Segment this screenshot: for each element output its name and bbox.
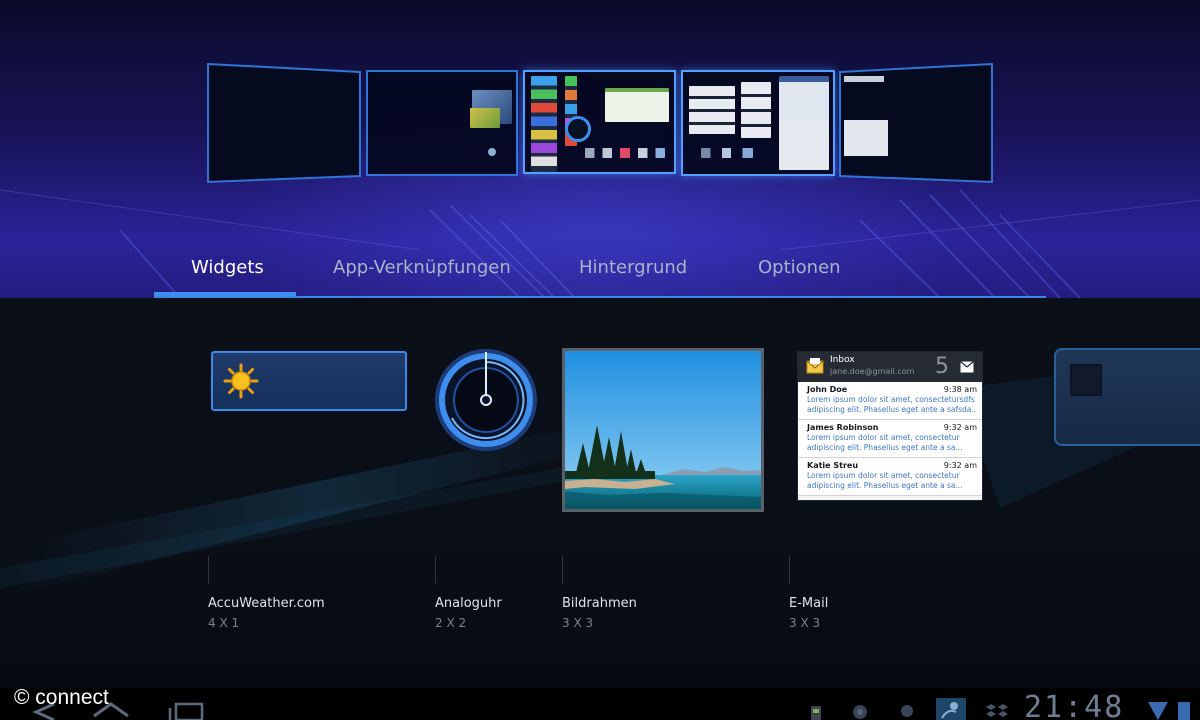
email-time: 9:32 am	[943, 461, 977, 470]
homescreen-pane-1[interactable]	[206, 62, 362, 184]
tab-widgets[interactable]: Widgets	[191, 252, 264, 284]
label-divider	[435, 556, 436, 584]
notification-icon[interactable]	[900, 704, 914, 718]
mini-gmail-widget	[779, 120, 829, 170]
recent-apps-icon[interactable]	[166, 702, 206, 720]
notification-icon[interactable]	[936, 698, 966, 720]
picture-frame-widget-preview[interactable]	[562, 348, 764, 512]
widget-name-email: E-Mail	[789, 596, 829, 611]
watermark: © connect	[14, 686, 109, 709]
accuweather-widget-preview[interactable]	[211, 351, 407, 411]
compose-mail-icon	[960, 361, 974, 373]
mini-clock-widget	[565, 116, 591, 142]
tab-wallpaper[interactable]: Hintergrund	[579, 252, 687, 284]
home-customize-screen: Widgets App-Verknüpfungen Hintergrund Op…	[0, 0, 1200, 720]
homescreen-pane-4[interactable]	[681, 70, 835, 176]
tab-app-shortcuts[interactable]: App-Verknüpfungen	[333, 252, 511, 284]
email-widget-preview[interactable]: Inbox jane.doe@gmail.com 5 John Doe 9:38…	[798, 352, 982, 500]
email-snippet: Lorem ipsum dolor sit amet, consecteturs…	[807, 395, 975, 404]
email-row: Katie Streu 9:32 am Lorem ipsum dolor si…	[798, 458, 982, 496]
widget-size-analog-clock: 2 X 2	[435, 616, 467, 630]
homescreen-pane-5[interactable]	[838, 62, 994, 184]
email-widget-header: Inbox jane.doe@gmail.com 5	[798, 352, 982, 382]
sun-icon	[223, 363, 259, 399]
envelope-icon	[806, 358, 824, 374]
inbox-title: Inbox	[830, 355, 855, 365]
homescreen-pane-3[interactable]	[523, 70, 676, 174]
mini-calendar-widget	[779, 76, 829, 122]
label-divider	[562, 556, 563, 584]
mini-app-icon	[488, 148, 496, 156]
notification-icon[interactable]	[808, 704, 824, 720]
dropbox-icon[interactable]	[986, 702, 1008, 720]
email-row: John Doe 9:38 am Lorem ipsum dolor sit a…	[798, 382, 982, 420]
next-widget-preview[interactable]	[1054, 348, 1200, 446]
widget-name-analog-clock: Analoguhr	[435, 596, 502, 611]
mini-news-widget	[689, 86, 735, 134]
email-snippet: Lorem ipsum dolor sit amet, consectetur	[807, 471, 960, 480]
status-clock: 21:48	[1024, 690, 1125, 720]
widget-name-picture-frame: Bildrahmen	[562, 596, 637, 611]
mini-dock-icons	[701, 148, 753, 158]
battery-icon	[1178, 702, 1190, 720]
label-divider	[789, 556, 790, 584]
widget-size-accuweather: 4 X 1	[208, 616, 240, 630]
email-snippet: adipiscing elit. Phasellus eget ante a s…	[807, 405, 977, 414]
unread-count: 5	[935, 354, 949, 379]
mini-photo-widget	[470, 108, 500, 128]
widget-name-accuweather: AccuWeather.com	[208, 596, 325, 611]
email-snippet: adipiscing elit. Phasellus eget ante a s…	[807, 443, 963, 452]
mini-market-widget	[605, 88, 669, 122]
analog-clock-icon[interactable]	[434, 348, 538, 452]
widget-size-email: 3 X 3	[789, 616, 821, 630]
inbox-account: jane.doe@gmail.com	[830, 367, 915, 376]
email-time: 9:38 am	[943, 385, 977, 394]
widget-placeholder-square	[1070, 364, 1102, 396]
homescreen-pane-2[interactable]	[366, 70, 518, 176]
mini-bookmark-widget	[741, 82, 771, 138]
tab-options[interactable]: Optionen	[758, 252, 841, 284]
widget-size-picture-frame: 3 X 3	[562, 616, 594, 630]
homescreen-preview-area: Widgets App-Verknüpfungen Hintergrund Op…	[0, 0, 1200, 298]
mini-app-grid	[531, 76, 557, 172]
email-snippet: Lorem ipsum dolor sit amet, consectetur	[807, 433, 960, 442]
email-snippet: adipiscing elit. Phasellus eget ante a s…	[807, 481, 963, 490]
notification-icon[interactable]	[852, 704, 868, 720]
lake-photo	[565, 351, 761, 509]
email-time: 9:32 am	[943, 423, 977, 432]
mini-dock-icons	[585, 148, 665, 158]
email-row: James Robinson 9:32 am Lorem ipsum dolor…	[798, 420, 982, 458]
label-divider	[208, 556, 209, 584]
wifi-icon	[1148, 702, 1168, 720]
